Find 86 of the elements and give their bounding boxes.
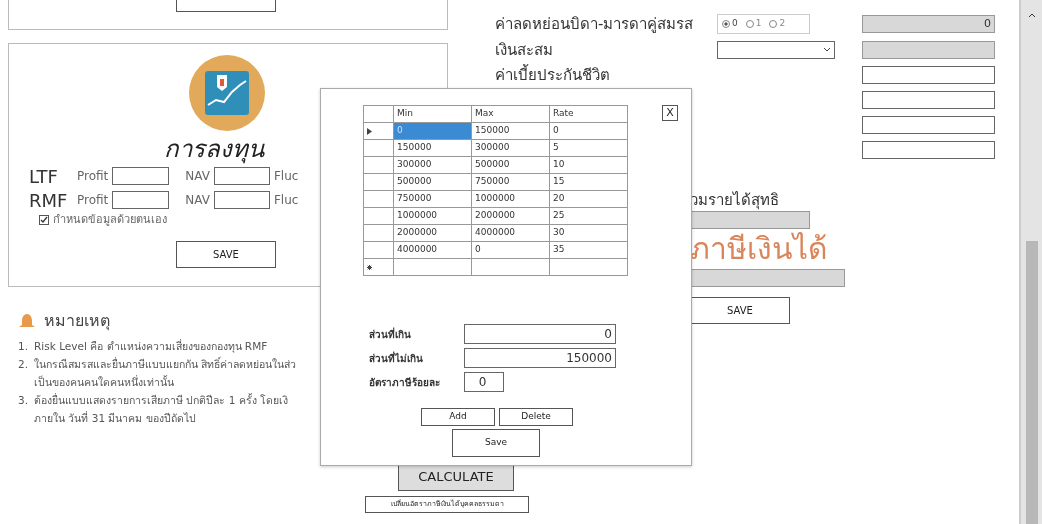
list-number: 3. [18,393,29,408]
radio-label: 1 [755,17,762,31]
input-field[interactable] [862,141,995,159]
field-label: Profit [77,168,109,185]
save-button[interactable]: Save [452,429,540,457]
investment-chart-icon [188,54,266,132]
note-text: ต้องยื่นแบบแสดงรายการเสียภาษี ปกติปีละ 1 ครั้ง โดยเงิ [34,392,289,408]
checkbox-label: กำหนดข้อมูลด้วยตนเอง [53,212,167,228]
table-cell[interactable]: 1000000 [471,190,550,208]
table-cell[interactable]: 5 [549,139,628,157]
new-row-icon [367,264,372,270]
scroll-thumb[interactable] [1025,241,1038,524]
section-title: ภาษีเงินได้ [690,230,828,268]
table-cell[interactable]: 0 [471,241,550,259]
table-cell[interactable]: 2000000 [471,207,550,225]
input-field[interactable]: 150000 [464,348,616,368]
field-label: Fluc [273,192,299,209]
nav-field[interactable] [213,191,270,209]
note-text: ในกรณีสมรสและยื่นภาษีแบบแยกกัน สิทธิ์ค่าลดหย่อนในส่ว [34,355,297,372]
input-field[interactable] [862,91,995,109]
field-label: ส่วนที่ไม่เกิน [369,350,424,366]
table-cell[interactable]: 150000 [471,122,550,140]
input-field[interactable] [690,211,810,229]
fund-label: RMF [29,188,69,213]
field-label: NAV [185,168,210,185]
nav-field[interactable] [213,167,270,185]
chevron-icon [823,47,831,53]
field-label: Profit [77,192,109,209]
table-cell[interactable]: 2000000 [393,224,472,242]
table-cell[interactable]: 750000 [471,173,550,191]
field-label: ส่วนที่เกิน [369,326,412,342]
field-label: อัตราภาษีร้อยละ [369,375,441,390]
table-cell[interactable]: 150000 [393,139,472,157]
field-label: Fluc [273,168,299,185]
table-cell[interactable]: 750000 [393,190,472,208]
table-cell[interactable]: 15 [549,173,628,191]
field-label: NAV [185,192,210,209]
profit-field[interactable] [112,167,170,185]
table-cell[interactable]: 4000000 [393,241,472,259]
list-number: 2. [18,357,29,372]
input-field[interactable]: 0 [464,372,504,392]
column-header[interactable]: Rate [549,105,628,123]
add-button[interactable]: Add [421,408,495,426]
table-cell[interactable]: 0 [549,122,628,140]
table-cell[interactable]: 30 [549,224,628,242]
row-pointer-icon [367,127,372,135]
input-field[interactable] [862,66,995,84]
fund-label: LTF [29,164,59,189]
input-field[interactable] [862,116,995,134]
checkbox[interactable] [39,215,49,226]
column-header[interactable]: Min [393,105,472,123]
field-label: ค่าลดหย่อนบิดา-มารดาคู่สมรส [495,15,695,33]
input-field[interactable] [690,269,845,287]
note-text: เป็นของคนคนใดคนหนึ่งเท่านั้น [34,374,176,390]
save-button[interactable]: SAVE [690,297,790,324]
note-text: Risk Level คือ ตำแหน่งความเสี่ยงของกองทุน RMF [34,338,268,355]
delete-button[interactable]: Delete [499,408,573,426]
close-button[interactable]: X [662,105,678,121]
table-cell[interactable]: 500000 [393,173,472,191]
save-button[interactable]: SAVE [176,240,276,268]
radio-label: 0 [732,17,738,31]
dropdown[interactable] [717,41,835,59]
table-cell[interactable]: 500000 [471,156,550,174]
button[interactable] [176,0,276,12]
bell-icon [18,313,36,329]
scrollbar[interactable] [1020,0,1042,524]
input-field[interactable]: 0 [464,324,616,344]
field-label: ค่าเบี้ยประกันชีวิต [495,66,611,84]
table-cell[interactable]: 10 [549,156,628,174]
list-number: 1. [18,339,29,354]
row-header[interactable] [363,122,394,140]
field-label: วมรายได้สุทธิ [690,191,780,209]
profit-field[interactable] [112,191,170,209]
table-cell[interactable]: 1000000 [393,207,472,225]
section-title: การลงทุน [164,134,264,164]
radio-label: 2 [779,17,786,31]
table-cell[interactable]: 300000 [393,156,472,174]
table-cell[interactable]: 35 [549,241,628,259]
notes-title: หมายเหตุ [44,310,110,333]
table-cell[interactable]: 300000 [471,139,550,157]
table-cell[interactable]: 20 [549,190,628,208]
column-header[interactable]: Max [471,105,550,123]
note-text: ภายใน วันที่ 31 มีนาคม ของปีถัดไป [34,410,197,426]
table-cell[interactable]: 4000000 [471,224,550,242]
field-label: เงินสะสม [495,41,554,59]
table-cell[interactable]: 25 [549,207,628,225]
